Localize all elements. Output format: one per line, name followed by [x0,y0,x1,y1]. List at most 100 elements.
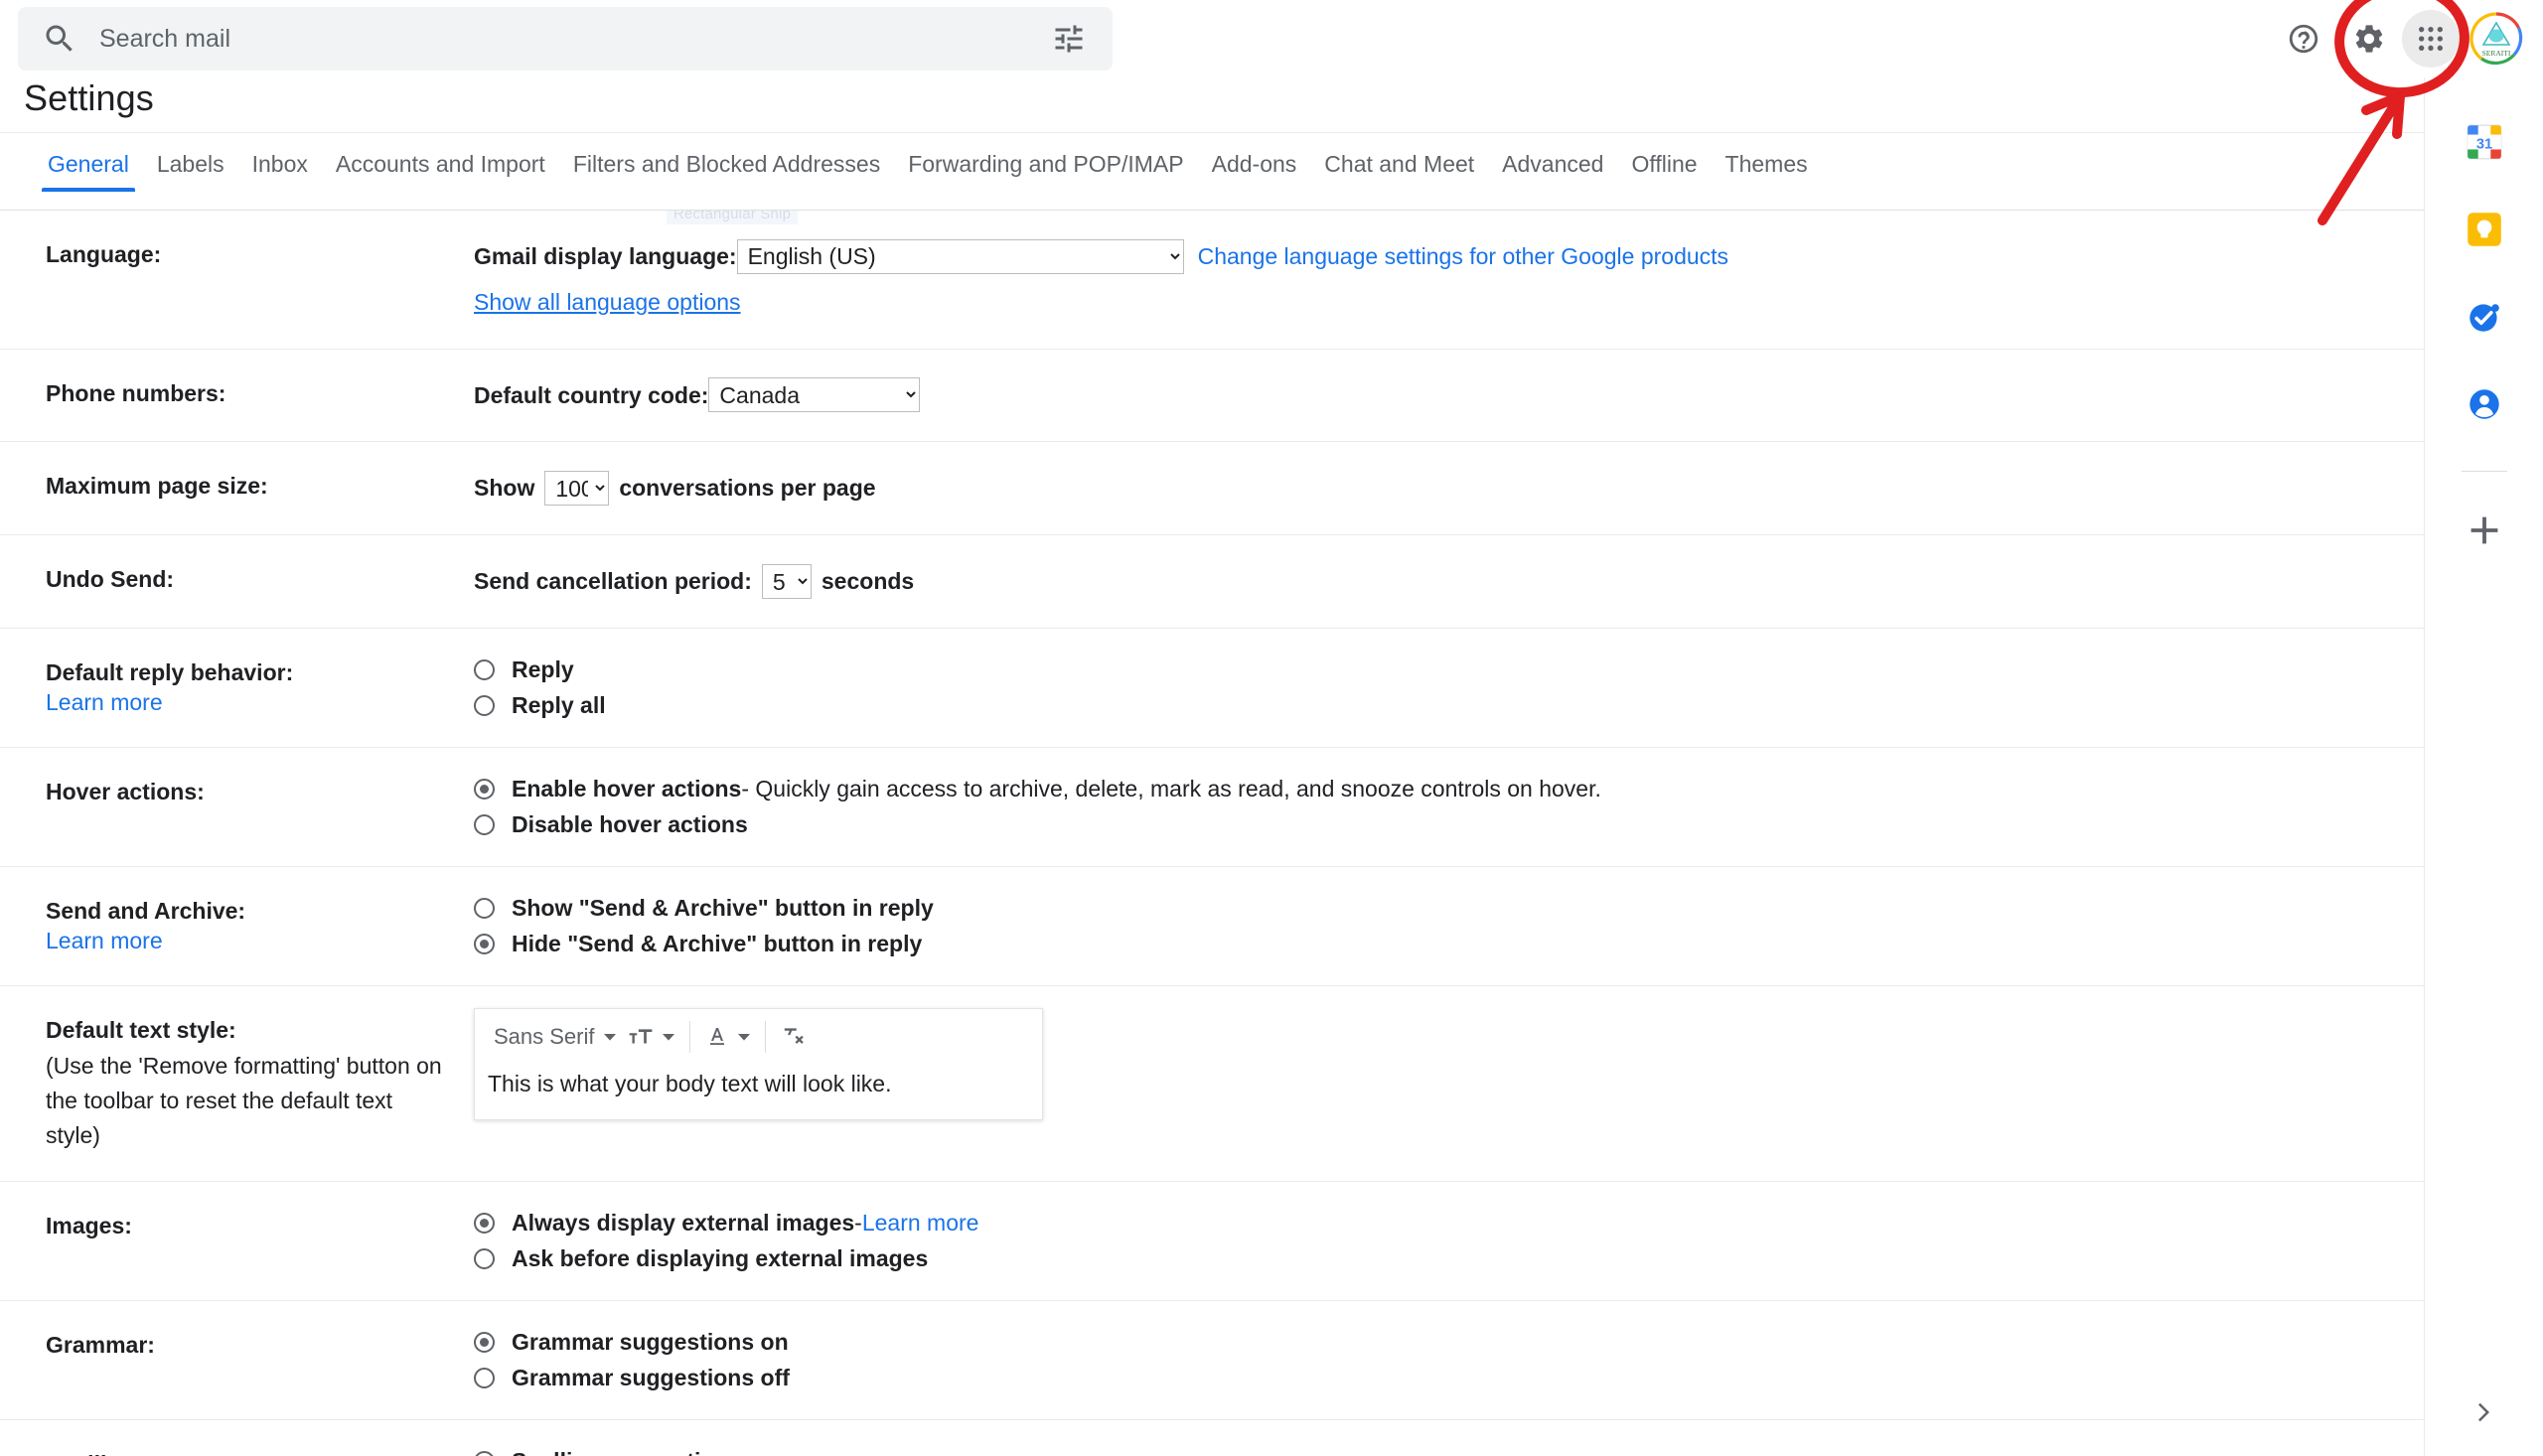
radio-button[interactable] [474,658,495,680]
side-panel-divider [2461,471,2507,472]
tab-offline[interactable]: Offline [1617,151,1711,192]
gmail-display-language-select[interactable]: English (US) [736,238,1184,274]
setting-label-cell: Language: [0,211,474,349]
text-style-preview: This is what your body text will look li… [488,1070,892,1096]
seconds-label: seconds [821,568,915,595]
tab-inbox[interactable]: Inbox [238,151,322,192]
text-size-dropdown[interactable] [622,1017,680,1057]
plus-icon [2470,516,2497,544]
gear-icon [2355,25,2383,53]
apps-grid-icon [2419,27,2443,51]
radio-label: Disable hover actions [512,810,748,837]
tune-icon[interactable] [1051,21,1087,57]
tab-general[interactable]: General [34,151,143,192]
default-country-code-label: Default country code: [474,381,709,408]
google-apps-button[interactable] [2402,10,2460,68]
radio-option-always-display-external-images[interactable]: Always display external images - Learn m… [474,1210,2364,1237]
radio-button[interactable] [474,933,495,954]
radio-option-disable-hover-actions[interactable]: Disable hover actions [474,811,2364,838]
tab-themes[interactable]: Themes [1712,151,1822,192]
tab-add-ons[interactable]: Add-ons [1198,151,1311,192]
text-color-icon [709,1027,724,1045]
setting-control-cell: Show "Send & Archive" button in reply Hi… [474,867,2424,985]
tab-accounts-and-import[interactable]: Accounts and Import [322,151,559,192]
side-panel-item-contacts[interactable] [2462,381,2507,427]
page-size-select[interactable]: 100 [544,471,610,507]
radio-button[interactable] [474,1368,495,1389]
search-input[interactable] [99,24,1051,54]
tab-filters-and-blocked-addresses[interactable]: Filters and Blocked Addresses [559,151,894,192]
default-reply-learn-more-link[interactable]: Learn more [46,689,450,716]
radio-option-reply-all[interactable]: Reply all [474,692,2364,719]
radio-button[interactable] [474,778,495,800]
side-panel-item-keep[interactable] [2462,207,2507,252]
spelling-label: Spelling: [46,1448,450,1456]
tab-chat-and-meet[interactable]: Chat and Meet [1310,151,1488,192]
setting-control-cell: Always display external images - Learn m… [474,1182,2424,1300]
radio-button[interactable] [474,897,495,919]
tab-forwarding-and-pop-imap[interactable]: Forwarding and POP/IMAP [894,151,1197,192]
side-panel-item-tasks[interactable] [2462,294,2507,340]
radio-label: Grammar suggestions off [512,1365,790,1391]
radio-option-enable-hover-actions[interactable]: Enable hover actions - Quickly gain acce… [474,776,2364,802]
radio-label: Always display external images [512,1210,855,1237]
radio-button[interactable] [474,813,495,835]
radio-option-grammar-on[interactable]: Grammar suggestions on [474,1329,2364,1356]
radio-button[interactable] [474,1248,495,1270]
send-and-archive-learn-more-link[interactable]: Learn more [46,928,450,954]
radio-option-grammar-off[interactable]: Grammar suggestions off [474,1365,2364,1391]
radio-option-hide-send-and-archive[interactable]: Hide "Send & Archive" button in reply [474,931,2364,957]
settings-button[interactable] [2336,6,2402,72]
images-learn-more-link[interactable]: Learn more [862,1210,979,1237]
gmail-display-language-label: Gmail display language: [474,243,737,269]
setting-label-cell: Spelling: [0,1420,474,1456]
top-bar: SERAITI [0,0,2543,77]
setting-control-cell: Enable hover actions - Quickly gain acce… [474,748,2424,866]
radio-option-reply[interactable]: Reply [474,656,2364,683]
conversations-per-page-label: conversations per page [619,475,876,502]
radio-option-show-send-and-archive[interactable]: Show "Send & Archive" button in reply [474,895,2364,922]
side-panel-expand-button[interactable] [2463,1390,2506,1434]
phone-numbers-label: Phone numbers: [46,379,226,406]
setting-label-cell: Default reply behavior: Learn more [0,629,474,747]
default-text-style-editor[interactable]: Sans Serif This is what your body text w… [474,1007,1043,1120]
chevron-right-icon [2477,1402,2489,1422]
send-cancellation-period-select[interactable]: 5 [761,564,812,600]
text-color-dropdown[interactable] [699,1017,756,1057]
radio-label: Reply [512,655,574,682]
text-style-toolbar: Sans Serif [475,1009,1042,1065]
remove-formatting-button[interactable] [775,1017,813,1057]
radio-button[interactable] [474,1213,495,1235]
radio-button[interactable] [474,694,495,716]
setting-label-cell: Default text style: (Use the 'Remove for… [0,986,474,1181]
show-all-language-options-link[interactable]: Show all language options [474,284,741,321]
side-panel-item-calendar[interactable]: 31 [2462,119,2507,165]
setting-row-images: Images: Always display external images -… [0,1182,2424,1302]
page-title: Settings [24,77,154,118]
setting-label-cell: Maximum page size: [0,442,474,534]
change-language-settings-link[interactable]: Change language settings for other Googl… [1198,238,1728,275]
setting-control-cell: Sans Serif This is what your body text w… [474,986,2424,1181]
toolbar-divider [688,1020,690,1053]
tab-advanced[interactable]: Advanced [1488,151,1617,192]
default-reply-behavior-label: Default reply behavior: [46,658,294,685]
radio-option-spelling-on[interactable]: Spelling suggestions on [474,1448,2364,1456]
radio-button[interactable] [474,1451,495,1456]
radio-label: Enable hover actions [512,775,742,801]
search-bar[interactable] [18,7,1113,71]
undo-send-label: Undo Send: [46,566,175,593]
side-panel-add-button[interactable] [2462,508,2507,553]
chevron-down-icon [737,1033,750,1041]
chevron-down-icon [662,1033,674,1041]
google-contacts-icon [2468,389,2499,419]
top-right-actions: SERAITI [2271,0,2527,77]
radio-button[interactable] [474,1332,495,1354]
font-family-dropdown[interactable]: Sans Serif [488,1017,622,1057]
radio-option-ask-before-displaying-external-images[interactable]: Ask before displaying external images [474,1245,2364,1272]
avatar[interactable]: SERAITI [2469,12,2523,66]
tab-labels[interactable]: Labels [143,151,238,192]
setting-label-cell: Undo Send: [0,535,474,628]
default-country-code-select[interactable]: Canada [708,377,921,413]
help-button[interactable] [2271,6,2336,72]
language-label: Language: [46,241,162,267]
